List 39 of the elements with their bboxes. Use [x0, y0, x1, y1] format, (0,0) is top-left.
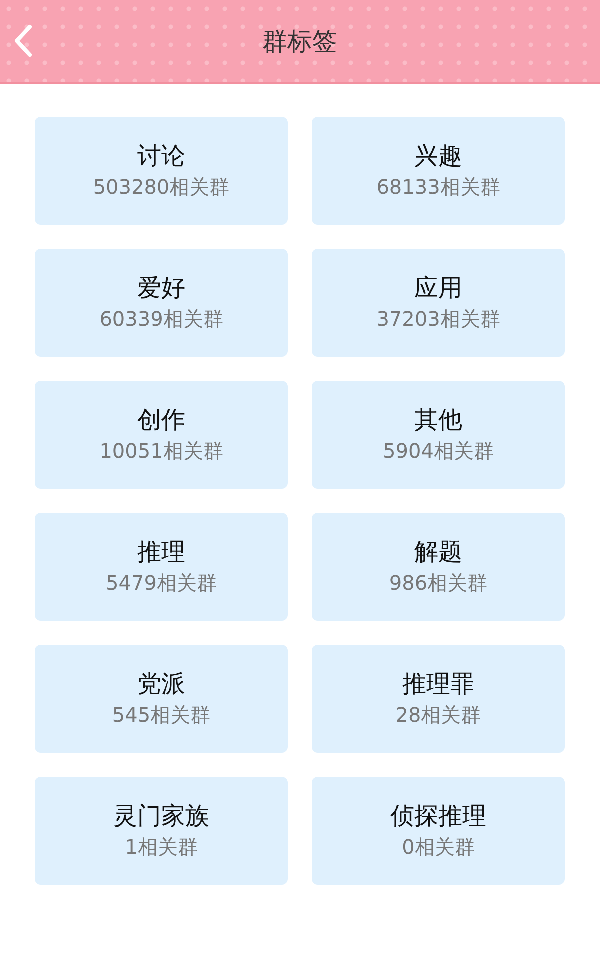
tag-card[interactable]: 创作 10051相关群: [35, 381, 288, 489]
tag-name: 灵门家族: [114, 801, 210, 831]
tag-name: 其他: [414, 405, 462, 435]
tag-card[interactable]: 讨论 503280相关群: [35, 117, 288, 225]
back-icon: [12, 24, 34, 58]
group-count: 1相关群: [125, 834, 198, 861]
group-count: 986相关群: [389, 570, 488, 597]
tag-card[interactable]: 爱好 60339相关群: [35, 249, 288, 357]
tag-name: 创作: [138, 405, 186, 435]
tag-name: 推理罪: [402, 669, 474, 699]
tag-card[interactable]: 推理罪 28相关群: [312, 645, 565, 753]
page-title: 群标签: [262, 26, 338, 58]
back-button[interactable]: [12, 24, 34, 58]
tag-card[interactable]: 解题 986相关群: [312, 513, 565, 621]
group-count: 68133相关群: [376, 174, 500, 201]
tag-card[interactable]: 其他 5904相关群: [312, 381, 565, 489]
group-count: 37203相关群: [376, 306, 500, 333]
tag-card[interactable]: 灵门家族 1相关群: [35, 777, 288, 885]
tag-card[interactable]: 推理 5479相关群: [35, 513, 288, 621]
tag-name: 应用: [414, 273, 462, 303]
tag-card[interactable]: 兴趣 68133相关群: [312, 117, 565, 225]
group-count: 28相关群: [396, 702, 482, 729]
tag-name: 兴趣: [414, 141, 462, 171]
tag-card[interactable]: 党派 545相关群: [35, 645, 288, 753]
group-count: 503280相关群: [93, 174, 230, 201]
group-count: 545相关群: [112, 702, 211, 729]
tag-name: 爱好: [138, 273, 186, 303]
tag-name: 解题: [414, 537, 462, 567]
group-count: 60339相关群: [100, 306, 224, 333]
tag-name: 推理: [138, 537, 186, 567]
tag-name: 党派: [138, 669, 186, 699]
group-count: 5904相关群: [383, 438, 494, 465]
group-count: 0相关群: [402, 834, 475, 861]
group-count: 10051相关群: [100, 438, 224, 465]
tag-name: 侦探推理: [390, 801, 486, 831]
tag-card[interactable]: 侦探推理 0相关群: [312, 777, 565, 885]
tag-card[interactable]: 应用 37203相关群: [312, 249, 565, 357]
tag-name: 讨论: [138, 141, 186, 171]
group-count: 5479相关群: [106, 570, 217, 597]
